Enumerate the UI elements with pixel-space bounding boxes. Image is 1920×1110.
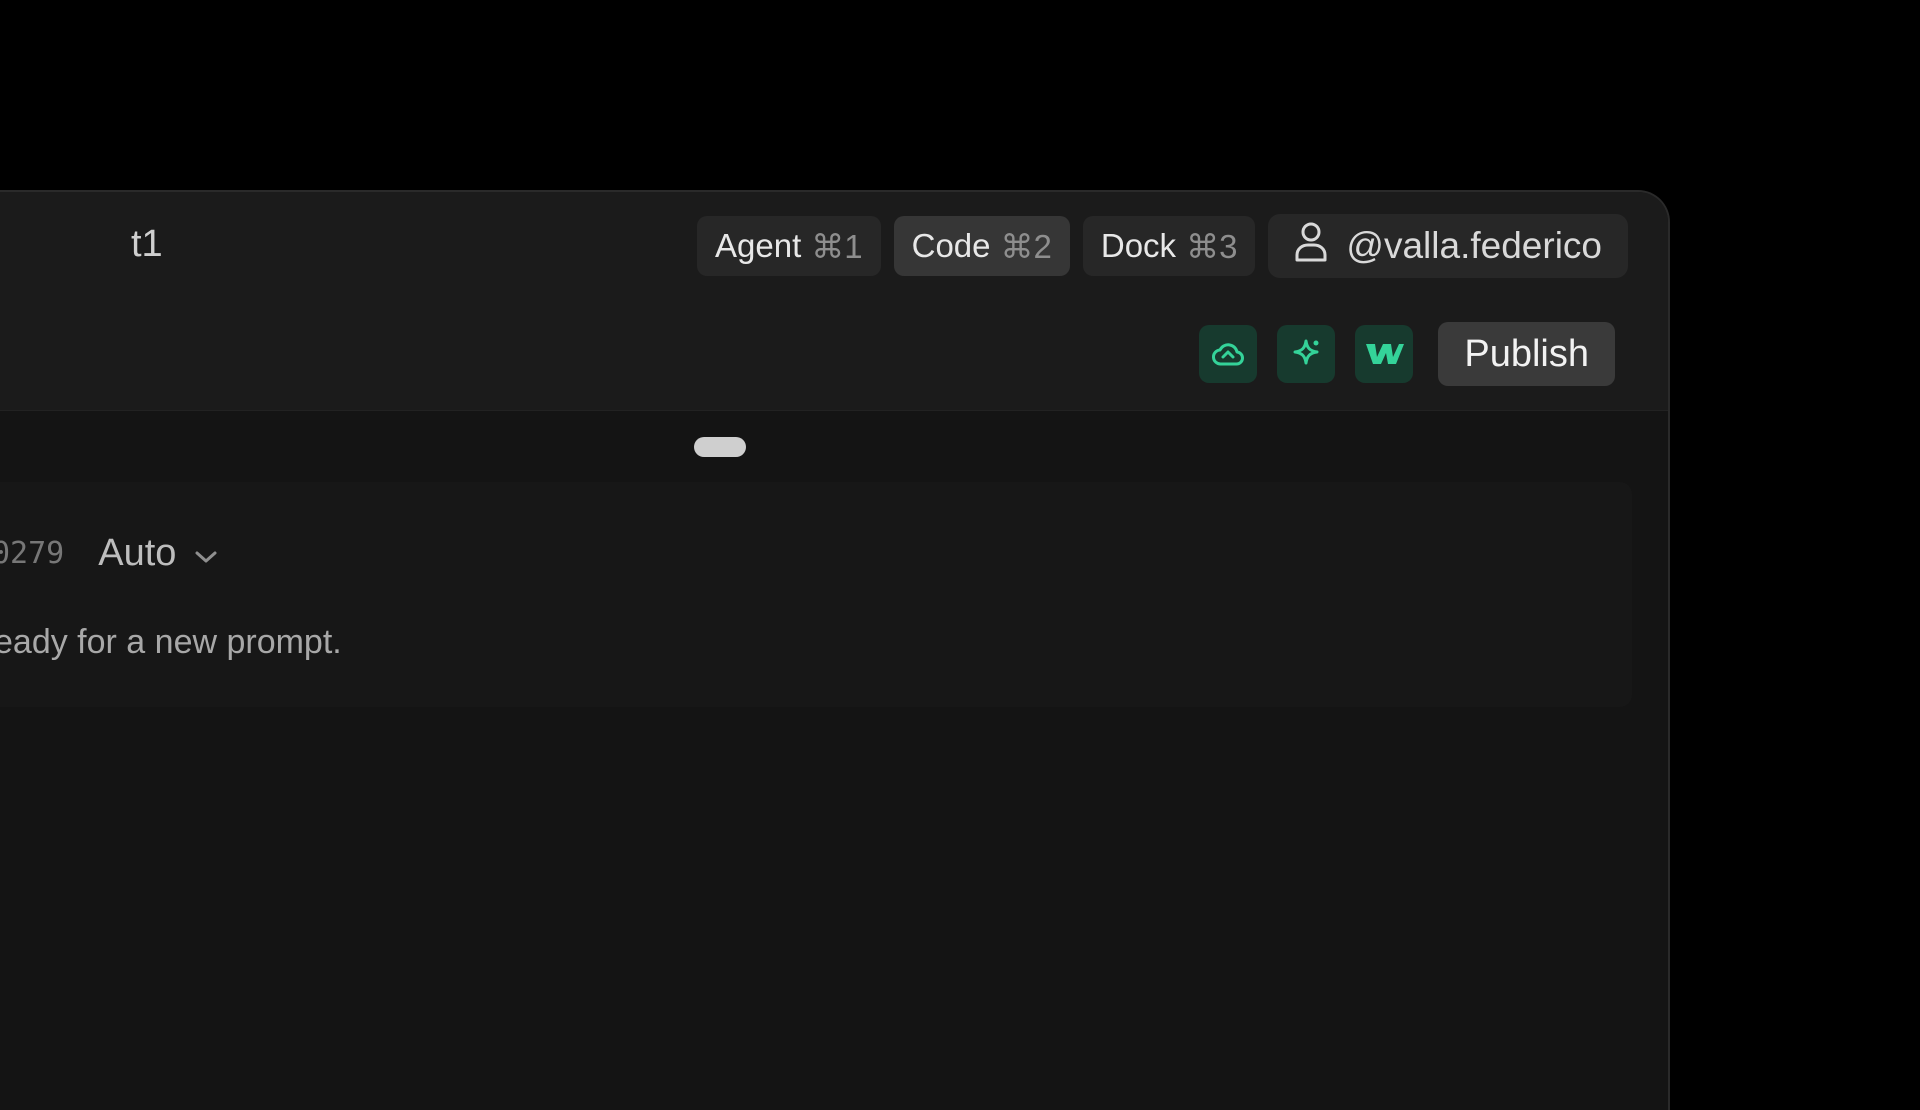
ai-assist-button[interactable] (1277, 325, 1336, 383)
agent-mode-value: Auto (98, 532, 177, 574)
agent-mode-button[interactable]: Agent ⌘1 (697, 216, 881, 276)
code-mode-button[interactable]: Code ⌘2 (893, 216, 1070, 276)
agent-meta-row: 0279 Auto (0, 532, 218, 575)
webflow-icon (1364, 340, 1405, 368)
code-mode-shortcut: ⌘2 (1000, 227, 1052, 265)
agent-mode-shortcut: ⌘1 (811, 227, 863, 265)
user-account-button[interactable]: @valla.federico (1268, 214, 1628, 278)
sparkle-icon (1288, 336, 1324, 372)
agent-panel (0, 482, 1632, 707)
agent-mode-select[interactable]: Auto (98, 532, 218, 575)
toolbar-actions: Publish (1199, 322, 1615, 386)
drag-handle[interactable] (694, 437, 746, 457)
publish-button[interactable]: Publish (1438, 322, 1615, 386)
agent-mode-label: Agent (715, 227, 802, 264)
window-title: t1 (131, 223, 163, 265)
username: @valla.federico (1346, 225, 1602, 266)
agent-code: 0279 (0, 536, 65, 571)
mode-switcher: Agent ⌘1 Code ⌘2 Dock ⌘3 @valla.federico (697, 214, 1628, 278)
code-mode-label: Code (911, 227, 991, 264)
app-window: t1 Agent ⌘1 Code ⌘2 Dock ⌘3 @valla.feder… (0, 190, 1670, 1110)
cloud-icon (1211, 337, 1245, 371)
webflow-button[interactable] (1355, 325, 1414, 383)
dock-mode-label: Dock (1100, 227, 1177, 264)
top-header: t1 Agent ⌘1 Code ⌘2 Dock ⌘3 @valla.feder… (0, 192, 1668, 411)
dock-mode-shortcut: ⌘3 (1186, 227, 1238, 265)
chevron-down-icon (194, 532, 218, 575)
cloud-sync-button[interactable] (1199, 325, 1258, 383)
agent-status-text: eady for a new prompt. (0, 623, 342, 661)
user-icon (1294, 221, 1328, 272)
dock-mode-button[interactable]: Dock ⌘3 (1082, 216, 1256, 276)
